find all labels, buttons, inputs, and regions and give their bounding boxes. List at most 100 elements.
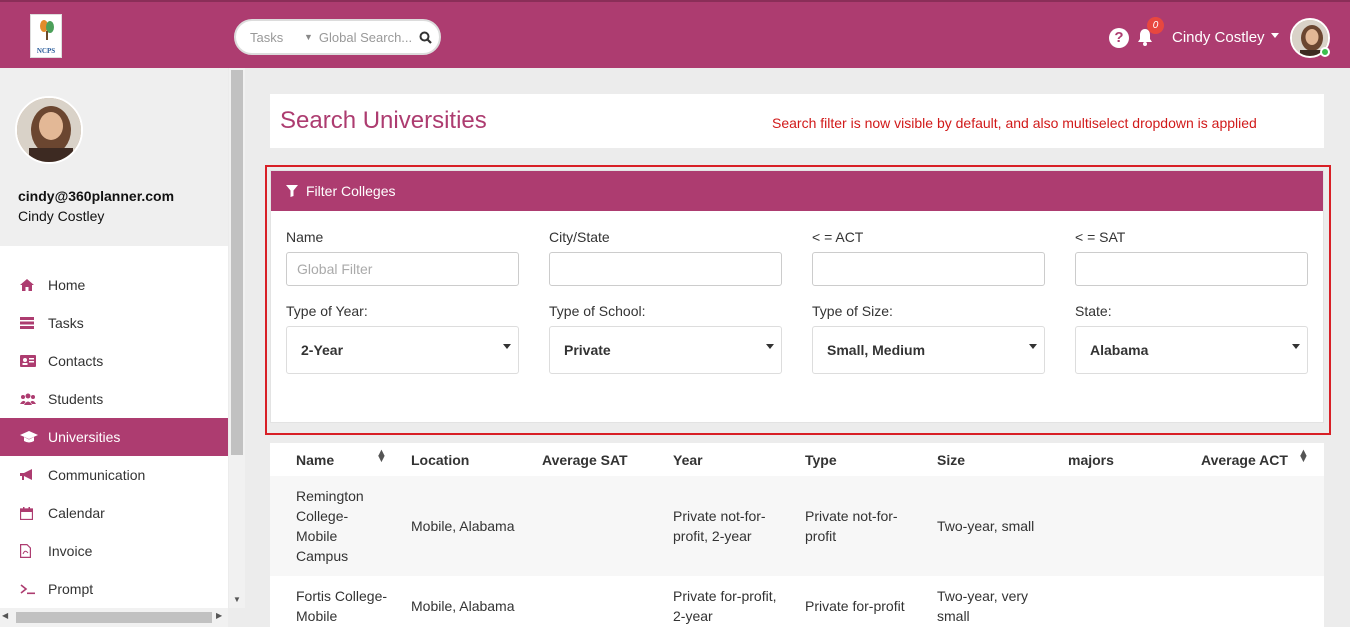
sidebar-item-home[interactable]: Home (0, 266, 228, 304)
sort-icon[interactable]: ▲ ▼ (376, 448, 387, 465)
ncps-logo[interactable]: NCPS (30, 14, 62, 58)
state-select[interactable]: Alabama (1075, 326, 1308, 374)
search-icon[interactable] (419, 31, 432, 44)
sidebar-item-communication[interactable]: Communication (0, 456, 228, 494)
school-type-label: Type of School: (549, 303, 646, 319)
sidebar-item-calendar[interactable]: Calendar (0, 494, 228, 532)
column-header-year[interactable]: Year (673, 452, 703, 468)
cell-type: Private for-profit (805, 598, 905, 614)
table-row[interactable]: Fortis College- Mobile Mobile, Alabama P… (270, 576, 1324, 627)
page-title: Search Universities (280, 107, 487, 134)
sidebar-item-label: Home (48, 277, 86, 293)
sidebar-item-label: Calendar (48, 505, 105, 521)
sat-label: < = SAT (1075, 229, 1126, 245)
home-icon (20, 279, 48, 291)
calendar-icon (20, 506, 48, 520)
tasks-icon (20, 317, 48, 329)
user-menu-name[interactable]: Cindy Costley (1172, 29, 1265, 46)
name-filter-input[interactable]: Global Filter (286, 252, 519, 286)
logo-text: NCPS (36, 47, 56, 55)
act-input[interactable] (812, 252, 1045, 286)
profile-name: Cindy Costley (18, 208, 105, 224)
sidebar-item-label: Universities (48, 429, 121, 445)
filter-panel: Filter Colleges Name Global Filter City/… (270, 170, 1324, 423)
sidebar-item-invoice[interactable]: Invoice (0, 532, 228, 570)
page-header-card: Search Universities Search filter is now… (270, 94, 1324, 148)
sidebar-item-tasks[interactable]: Tasks (0, 304, 228, 342)
filter-icon (286, 185, 298, 197)
sidebar-item-contacts[interactable]: Contacts (0, 342, 228, 380)
help-icon[interactable]: ? (1109, 28, 1129, 48)
search-input[interactable]: Global Search... (319, 30, 413, 45)
cell-year: Private not-for- profit, 2-year (673, 508, 766, 544)
column-header-majors[interactable]: majors (1068, 452, 1114, 468)
notification-badge: 0 (1147, 17, 1164, 34)
scroll-down-arrow-icon[interactable]: ▼ (229, 592, 245, 608)
size-type-select[interactable]: Small, Medium (812, 326, 1045, 374)
sidebar-item-label: Communication (48, 467, 146, 483)
sat-input[interactable] (1075, 252, 1308, 286)
sidebar-item-label: Invoice (48, 543, 93, 559)
sort-icon[interactable]: ▲ ▼ (1298, 448, 1309, 465)
cell-location: Mobile, Alabama (411, 598, 515, 614)
dropdown-caret-icon (766, 344, 774, 349)
contacts-icon (20, 355, 48, 367)
global-search[interactable]: Tasks ▼ Global Search... (234, 19, 441, 55)
state-label: State: (1075, 303, 1112, 319)
column-header-average-sat[interactable]: Average SAT (542, 452, 628, 468)
scroll-left-arrow-icon[interactable]: ◀ (2, 611, 8, 620)
profile-avatar (15, 96, 83, 164)
students-icon (20, 393, 48, 405)
plant-logo-icon (40, 20, 54, 40)
dropdown-caret-icon (1029, 344, 1037, 349)
search-scope-select[interactable]: Tasks (250, 30, 304, 45)
column-header-size[interactable]: Size (937, 452, 965, 468)
cell-type: Private not-for- profit (805, 508, 898, 544)
terminal-icon (20, 583, 48, 595)
column-header-average-act[interactable]: Average ACT (1201, 452, 1288, 468)
sidebar-item-label: Students (48, 391, 104, 407)
filter-panel-header[interactable]: Filter Colleges (271, 171, 1323, 211)
filter-heading: Filter Colleges (306, 183, 396, 199)
school-type-value: Private (564, 342, 611, 358)
sidebar-profile: cindy@360planner.com Cindy Costley (0, 68, 228, 246)
top-header: NCPS Tasks ▼ Global Search... ? 0 Cindy … (0, 0, 1350, 68)
table-row[interactable]: Remington College- Mobile Campus Mobile,… (270, 476, 1324, 576)
sidebar-item-universities[interactable]: Universities (0, 418, 228, 456)
cell-size: Two-year, small (937, 518, 1035, 534)
sidebar-item-prompt[interactable]: Prompt (0, 570, 228, 608)
caret-down-icon[interactable] (1271, 33, 1279, 38)
sidebar-item-label: Prompt (48, 581, 94, 597)
sidebar-nav: Home Tasks Contacts Students Universitie… (0, 266, 228, 608)
online-status-dot (1320, 47, 1330, 57)
name-label: Name (286, 229, 324, 245)
city-state-input[interactable] (549, 252, 782, 286)
year-type-select[interactable]: 2-Year (286, 326, 519, 374)
graduation-cap-icon (20, 431, 48, 443)
sidebar-item-label: Tasks (48, 315, 84, 331)
dropdown-caret-icon (503, 344, 511, 349)
state-value: Alabama (1090, 342, 1149, 358)
scroll-right-arrow-icon[interactable]: ▶ (216, 611, 222, 620)
profile-email: cindy@360planner.com (18, 188, 175, 204)
annotation-note: Search filter is now visible by default,… (772, 115, 1257, 131)
size-type-value: Small, Medium (827, 342, 926, 358)
column-header-type[interactable]: Type (805, 452, 837, 468)
user-photo-icon (17, 98, 81, 162)
sidebar-scrollbar-thumb[interactable] (231, 70, 243, 455)
horizontal-scrollbar-thumb[interactable] (16, 612, 212, 623)
size-type-label: Type of Size: (812, 303, 893, 319)
act-label: < = ACT (812, 229, 864, 245)
cell-year: Private for-profit, 2-year (673, 588, 777, 624)
sidebar: cindy@360planner.com Cindy Costley Home … (0, 68, 228, 608)
column-header-name[interactable]: Name (296, 452, 334, 468)
cell-name: Fortis College- Mobile (296, 588, 388, 624)
universities-table: Name ▲ ▼ Location Average SAT Year Type S… (270, 443, 1324, 627)
column-header-location[interactable]: Location (411, 452, 469, 468)
sidebar-item-students[interactable]: Students (0, 380, 228, 418)
school-type-select[interactable]: Private (549, 326, 782, 374)
cell-size: Two-year, very small (937, 588, 1029, 624)
year-type-label: Type of Year: (286, 303, 368, 319)
chevron-down-icon[interactable]: ▼ (304, 32, 313, 42)
sidebar-item-label: Contacts (48, 353, 104, 369)
